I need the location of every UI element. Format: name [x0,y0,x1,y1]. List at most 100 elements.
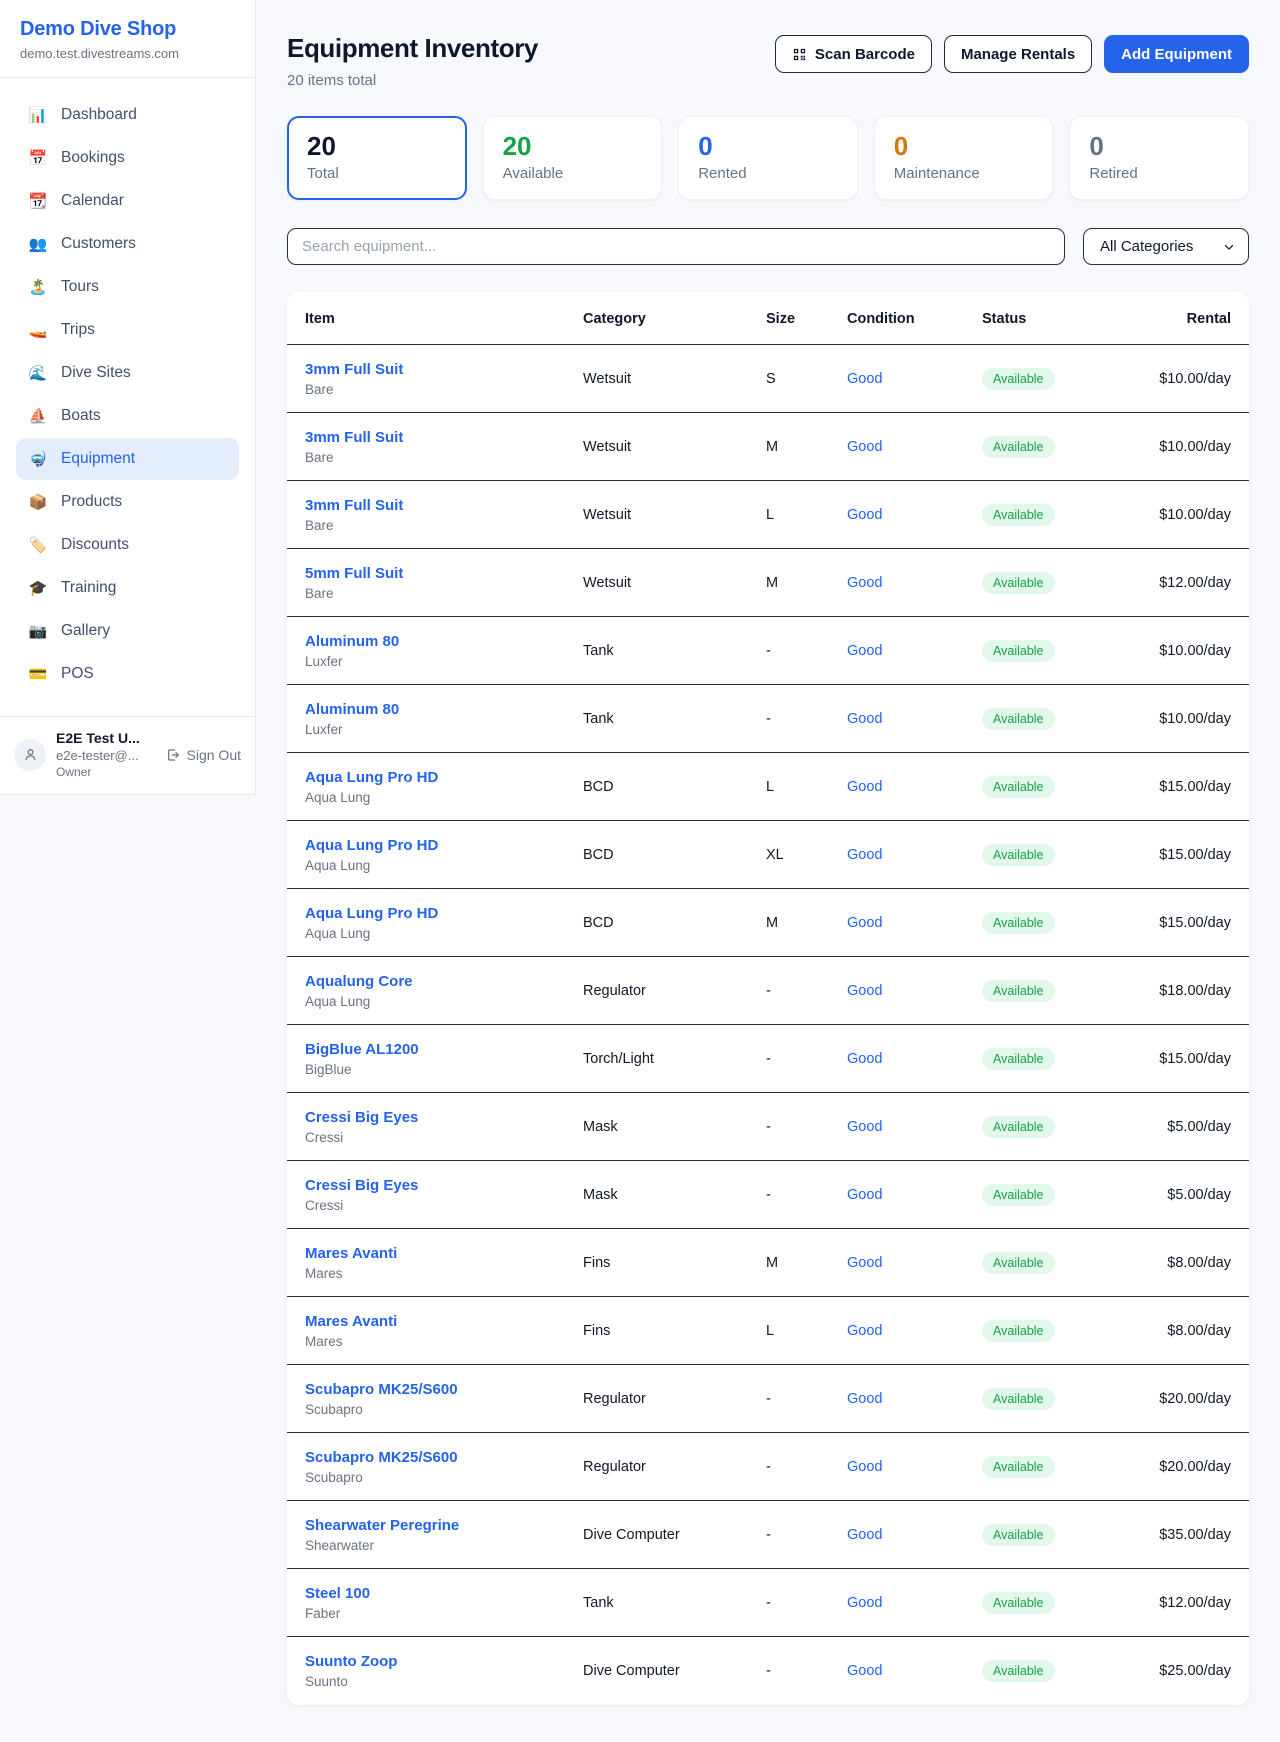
item-brand: Aqua Lung [305,790,551,805]
search-input[interactable] [287,228,1065,265]
item-name-link[interactable]: Aqua Lung Pro HD [305,769,551,786]
sidebar-item-equipment[interactable]: 🤿 Equipment [16,438,239,480]
item-condition-link[interactable]: Good [847,915,882,931]
item-condition-link[interactable]: Good [847,1527,882,1543]
table-row: Cressi Big Eyes Cressi Mask - Good Avail… [287,1161,1249,1229]
item-rental-rate: $10.00/day [1116,481,1249,549]
sidebar-item-dive-sites[interactable]: 🌊 Dive Sites [16,352,239,394]
status-badge: Available [982,504,1055,526]
item-condition-link[interactable]: Good [847,1391,882,1407]
item-size: - [750,1161,831,1229]
item-condition-link[interactable]: Good [847,711,882,727]
table-row: Suunto Zoop Suunto Dive Computer - Good … [287,1637,1249,1705]
stat-label: Total [307,165,447,182]
table-row: 5mm Full Suit Bare Wetsuit M Good Availa… [287,549,1249,617]
stat-card-maintenance[interactable]: 0 Maintenance [874,116,1054,200]
item-name-link[interactable]: Cressi Big Eyes [305,1177,551,1194]
sidebar-item-discounts[interactable]: 🏷️ Discounts [16,524,239,566]
item-brand: Cressi [305,1198,551,1213]
item-brand: Shearwater [305,1538,551,1553]
scan-barcode-button[interactable]: Scan Barcode [775,35,932,73]
item-name-link[interactable]: Cressi Big Eyes [305,1109,551,1126]
table-row: Aqua Lung Pro HD Aqua Lung BCD L Good Av… [287,753,1249,821]
sidebar-nav: 📊 Dashboard 📅 Bookings 📆 Calendar 👥 Cust… [0,78,255,716]
item-name-link[interactable]: Mares Avanti [305,1245,551,1262]
credit-card-icon: 💳 [28,665,48,683]
status-badge: Available [982,1252,1055,1274]
item-condition-link[interactable]: Good [847,1459,882,1475]
item-condition-link[interactable]: Good [847,1255,882,1271]
sidebar-item-customers[interactable]: 👥 Customers [16,223,239,265]
add-equipment-button[interactable]: Add Equipment [1104,35,1249,73]
item-category: Tank [567,617,750,685]
item-condition-link[interactable]: Good [847,983,882,999]
item-name-link[interactable]: Shearwater Peregrine [305,1517,551,1534]
item-condition-link[interactable]: Good [847,779,882,795]
stat-card-rented[interactable]: 0 Rented [678,116,858,200]
item-size: - [750,1637,831,1705]
stat-card-available[interactable]: 20 Available [483,116,663,200]
sidebar-item-pos[interactable]: 💳 POS [16,653,239,695]
manage-rentals-button[interactable]: Manage Rentals [944,35,1092,73]
stats-row: 20 Total 20 Available 0 Rented 0 Mainten… [287,116,1249,200]
item-condition-link[interactable]: Good [847,1187,882,1203]
item-name-link[interactable]: Scubapro MK25/S600 [305,1381,551,1398]
sidebar-item-tours[interactable]: 🏝️ Tours [16,266,239,308]
sidebar-item-calendar[interactable]: 📆 Calendar [16,180,239,222]
item-name-link[interactable]: 3mm Full Suit [305,429,551,446]
stat-card-total[interactable]: 20 Total [287,116,467,200]
item-condition-link[interactable]: Good [847,1119,882,1135]
sidebar-item-gallery[interactable]: 📷 Gallery [16,610,239,652]
sidebar-item-bookings[interactable]: 📅 Bookings [16,137,239,179]
item-name-link[interactable]: Scubapro MK25/S600 [305,1449,551,1466]
item-condition-link[interactable]: Good [847,643,882,659]
filter-controls: All Categories [287,228,1249,265]
category-select[interactable]: All Categories [1083,228,1249,265]
item-brand: Aqua Lung [305,858,551,873]
item-condition-link[interactable]: Good [847,439,882,455]
item-rental-rate: $35.00/day [1116,1501,1249,1569]
brand-domain: demo.test.divestreams.com [20,46,235,61]
item-name-link[interactable]: Aluminum 80 [305,701,551,718]
item-name-link[interactable]: 5mm Full Suit [305,565,551,582]
item-name-link[interactable]: Steel 100 [305,1585,551,1602]
item-condition-link[interactable]: Good [847,1595,882,1611]
item-condition-link[interactable]: Good [847,575,882,591]
sign-out-button[interactable]: Sign Out [165,747,241,763]
item-name-link[interactable]: 3mm Full Suit [305,361,551,378]
brand-block: Demo Dive Shop demo.test.divestreams.com [0,0,255,78]
stat-card-retired[interactable]: 0 Retired [1069,116,1249,200]
sidebar-item-trips[interactable]: 🚤 Trips [16,309,239,351]
sidebar-item-boats[interactable]: ⛵ Boats [16,395,239,437]
item-name-link[interactable]: Aluminum 80 [305,633,551,650]
column-header-item: Item [287,292,567,345]
item-name-link[interactable]: Aqua Lung Pro HD [305,837,551,854]
item-name-link[interactable]: BigBlue AL1200 [305,1041,551,1058]
item-category: Tank [567,1569,750,1637]
sidebar-item-training[interactable]: 🎓 Training [16,567,239,609]
item-condition-link[interactable]: Good [847,1663,882,1679]
item-name-link[interactable]: 3mm Full Suit [305,497,551,514]
item-condition-link[interactable]: Good [847,1323,882,1339]
island-icon: 🏝️ [28,278,48,296]
table-row: Mares Avanti Mares Fins L Good Available… [287,1297,1249,1365]
item-size: - [750,1433,831,1501]
item-name-link[interactable]: Aqualung Core [305,973,551,990]
item-category: Regulator [567,1365,750,1433]
status-badge: Available [982,776,1055,798]
item-rental-rate: $25.00/day [1116,1637,1249,1705]
item-condition-link[interactable]: Good [847,1051,882,1067]
item-name-link[interactable]: Mares Avanti [305,1313,551,1330]
item-size: - [750,1093,831,1161]
item-name-link[interactable]: Aqua Lung Pro HD [305,905,551,922]
sidebar-item-products[interactable]: 📦 Products [16,481,239,523]
sidebar-item-dashboard[interactable]: 📊 Dashboard [16,94,239,136]
status-badge: Available [982,912,1055,934]
status-badge: Available [982,1524,1055,1546]
item-category: Dive Computer [567,1501,750,1569]
item-name-link[interactable]: Suunto Zoop [305,1653,551,1670]
item-size: L [750,1297,831,1365]
item-condition-link[interactable]: Good [847,371,882,387]
item-condition-link[interactable]: Good [847,507,882,523]
item-condition-link[interactable]: Good [847,847,882,863]
